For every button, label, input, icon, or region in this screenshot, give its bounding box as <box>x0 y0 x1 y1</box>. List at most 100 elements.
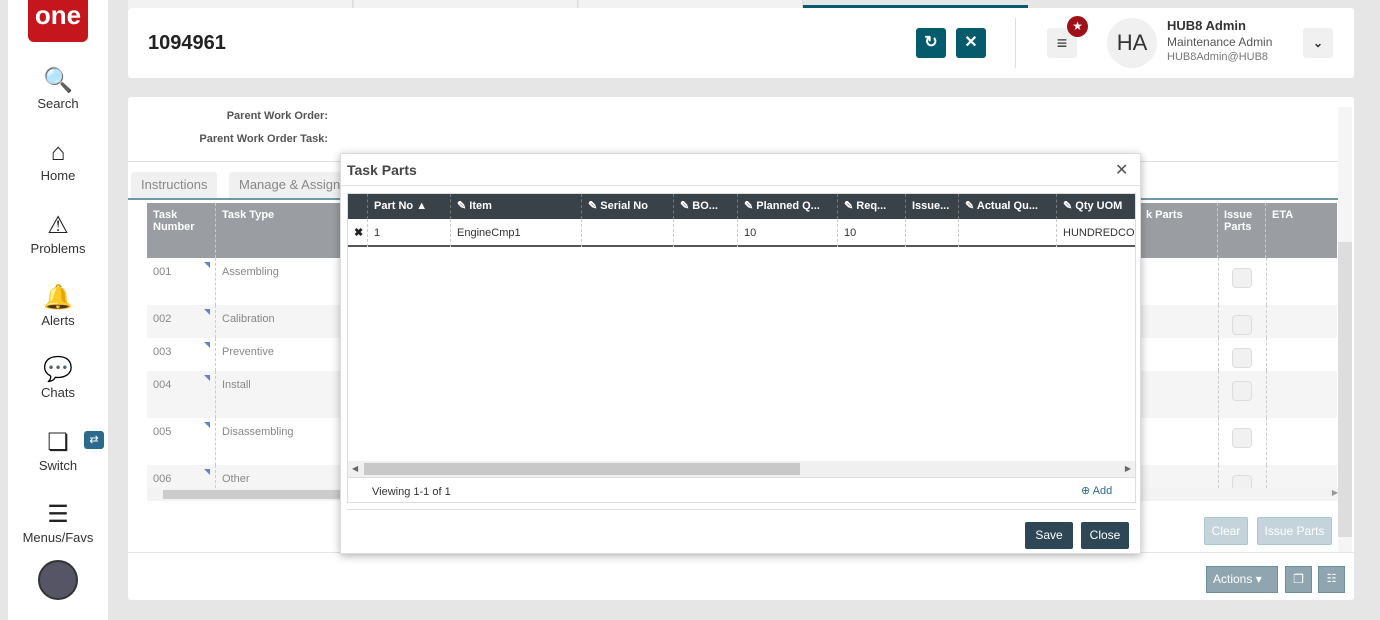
h-scrollbar-right[interactable]: ▶ <box>1140 488 1338 501</box>
h-scrollbar[interactable] <box>147 488 341 501</box>
switch-badge-icon[interactable]: ⇄ <box>84 431 104 449</box>
col-delete <box>348 194 368 219</box>
cell-item[interactable]: EngineCmp1 <box>451 219 582 247</box>
col-label: BO... <box>692 200 718 212</box>
col-bo[interactable]: ✎ BO... <box>674 194 738 219</box>
col-task-type[interactable]: Task Type <box>216 203 340 258</box>
col-item[interactable]: ✎ Item <box>451 194 582 219</box>
close-modal-button[interactable]: Close <box>1081 522 1129 549</box>
cell-qty-uom[interactable]: HUNDREDCOUNT <box>1057 219 1135 247</box>
clear-button[interactable]: Clear <box>1204 517 1248 545</box>
home-icon: ⌂ <box>50 139 66 166</box>
sort-asc-icon: ▲ <box>416 200 428 212</box>
col-actual-qty[interactable]: ✎ Actual Qu... <box>959 194 1057 219</box>
hierarchy-icon[interactable]: ☷ <box>1318 566 1345 593</box>
col-label: Planned Q... <box>756 200 820 212</box>
warning-icon: ⚠ <box>47 212 69 239</box>
divider <box>341 185 1140 186</box>
nav-label: Chats <box>41 385 75 400</box>
user-role: Maintenance Admin <box>1167 35 1273 49</box>
task-type: Preventive <box>222 346 274 358</box>
close-button[interactable]: ✕ <box>956 28 986 58</box>
save-button[interactable]: Save <box>1025 522 1073 549</box>
col-qty-uom[interactable]: ✎ Qty UOM <box>1057 194 1135 219</box>
nav-label: Switch <box>38 458 78 473</box>
col-label: Part No <box>374 200 414 212</box>
issue-parts-checkbox[interactable] <box>1232 348 1252 368</box>
edit-icon: ✎ <box>1063 200 1076 212</box>
nav-problems[interactable]: ⚠ Problems <box>8 211 108 256</box>
refresh-button[interactable]: ↻ <box>916 28 946 58</box>
col-req[interactable]: ✎ Req... <box>838 194 906 219</box>
tab-instructions[interactable]: Instructions <box>131 172 218 198</box>
nav-label: Menus/Favs <box>22 530 94 545</box>
nav-menus[interactable]: ☰ Menus/Favs <box>8 500 108 545</box>
task-parts-modal: Task Parts ✕ Part No ▲ ✎ Item ✎ Serial No ✎… <box>340 153 1141 554</box>
logo: one <box>28 0 88 42</box>
divider <box>1015 18 1016 68</box>
actions-dropdown[interactable]: Actions ▾ <box>1206 566 1278 593</box>
divider <box>347 509 1136 510</box>
edit-icon: ✎ <box>965 200 977 212</box>
row-marker-icon <box>204 422 210 428</box>
col-label: Issue... <box>912 200 950 212</box>
issue-parts-checkbox[interactable] <box>1232 268 1252 288</box>
nav-label: Home <box>40 168 76 183</box>
cell-bo[interactable] <box>674 219 738 247</box>
cell-actual-qty[interactable] <box>959 219 1057 247</box>
v-scrollbar[interactable] <box>1338 107 1352 552</box>
edit-icon: ✎ <box>588 200 601 212</box>
col-eta[interactable]: ETA <box>1266 203 1337 258</box>
edit-icon: ✎ <box>744 200 757 212</box>
add-label: Add <box>1092 485 1113 497</box>
h-scrollbar[interactable]: ◀ ▶ <box>348 461 1135 477</box>
add-link[interactable]: ⊕ Add <box>1081 484 1112 497</box>
col-planned-qty[interactable]: ✎ Planned Q... <box>738 194 838 219</box>
cell-req[interactable]: 10 <box>838 219 906 247</box>
cell-issue[interactable] <box>906 219 959 247</box>
issue-parts-button[interactable]: Issue Parts <box>1257 517 1332 545</box>
tab-manage-assign[interactable]: Manage & Assign <box>229 172 351 198</box>
top-tab[interactable] <box>354 0 578 8</box>
user-email: HUB8Admin@HUB8 <box>1167 51 1269 63</box>
nav-search[interactable]: 🔍 Search <box>8 66 108 111</box>
issue-parts-checkbox[interactable] <box>1232 475 1252 488</box>
edit-icon: ✎ <box>844 200 857 212</box>
col-part-no[interactable]: Part No ▲ <box>368 194 451 219</box>
nav-chats[interactable]: 💬 Chats <box>8 355 108 400</box>
col-issue[interactable]: Issue... <box>906 194 959 219</box>
delete-row-icon[interactable]: ✖ <box>348 219 368 247</box>
issue-parts-checkbox[interactable] <box>1232 315 1252 335</box>
col-task-parts[interactable]: k Parts <box>1140 203 1218 258</box>
top-tab[interactable] <box>579 0 803 8</box>
top-tab[interactable] <box>128 0 353 8</box>
parent-work-order-label: Parent Work Order: <box>226 110 328 122</box>
modal-close-icon[interactable]: ✕ <box>1115 160 1128 180</box>
col-label: Serial No <box>600 200 648 212</box>
copy-icon[interactable]: ❐ <box>1285 566 1312 593</box>
cell-serial-no[interactable] <box>582 219 674 247</box>
avatar[interactable] <box>38 560 78 600</box>
cell-planned-qty[interactable]: 10 <box>738 219 838 247</box>
menu-icon: ☰ <box>47 501 69 528</box>
cell-part-no[interactable]: 1 <box>368 219 451 247</box>
parent-work-order-task-label: Parent Work Order Task: <box>199 133 328 145</box>
col-task-number[interactable]: Task Number <box>147 203 216 258</box>
table-row[interactable]: ✖1EngineCmp1 1010 HUNDREDCOUNT <box>348 219 1135 247</box>
col-serial-no[interactable]: ✎ Serial No <box>582 194 674 219</box>
user-avatar[interactable]: HA <box>1107 18 1157 68</box>
row-marker-icon <box>204 375 210 381</box>
nav-home[interactable]: ⌂ Home <box>8 138 108 183</box>
user-dropdown-chevron-icon[interactable]: ⌄ <box>1303 28 1333 58</box>
bell-icon: 🔔 <box>43 284 73 311</box>
issue-parts-checkbox[interactable] <box>1232 428 1252 448</box>
col-issue-parts[interactable]: Issue Parts <box>1218 203 1266 258</box>
task-type: Other <box>222 473 250 485</box>
row-marker-icon <box>204 469 210 475</box>
edit-icon: ✎ <box>457 200 470 212</box>
user-name: HUB8 Admin <box>1167 18 1246 33</box>
nav-alerts[interactable]: 🔔 Alerts <box>8 283 108 328</box>
search-icon: 🔍 <box>43 67 73 94</box>
issue-parts-checkbox[interactable] <box>1232 381 1252 401</box>
top-tabs <box>128 0 1354 8</box>
